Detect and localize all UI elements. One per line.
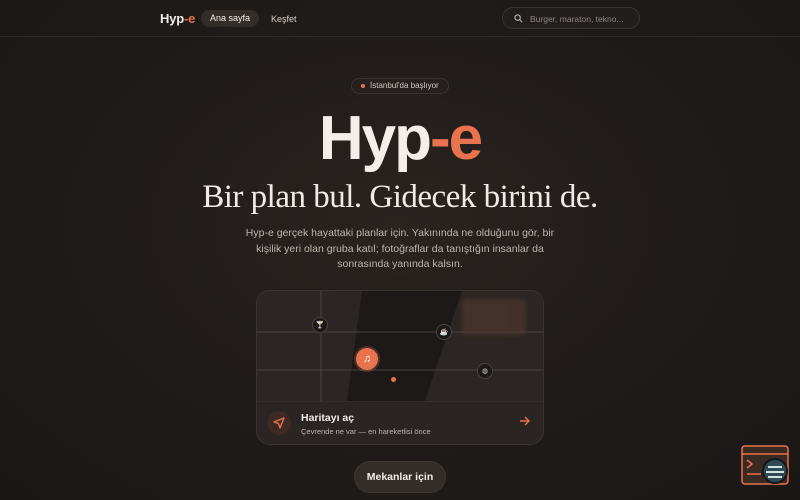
hero-title: Hyp-e — [0, 104, 800, 174]
map-card[interactable]: 🍸 ☕ ♫ ◍ Haritayı aç Çevrende ne var — en… — [256, 290, 544, 445]
basketball-icon[interactable]: ◍ — [477, 363, 493, 379]
map-preview[interactable]: 🍸 ☕ ♫ ◍ — [257, 291, 543, 401]
tab-home[interactable]: Ana sayfa — [201, 10, 259, 27]
search-input[interactable] — [528, 11, 640, 27]
logo-accent: -e — [183, 11, 196, 26]
hero-tagline: Bir plan bul. Gidecek birini de. — [202, 179, 598, 215]
music-icon[interactable]: ♫ — [356, 348, 378, 370]
arrow-right-icon[interactable] — [519, 415, 531, 427]
navigation-arrow-icon[interactable] — [267, 411, 291, 435]
map-card-footer[interactable]: Haritayı aç Çevrende ne var — en hareket… — [257, 401, 543, 444]
top-nav: Hyp-e Ana sayfa Keşfet — [0, 0, 800, 37]
hero-title-main: Hyp — [318, 104, 432, 173]
hero-description: Hyp-e gerçek hayattaki planlar için. Yak… — [245, 227, 555, 270]
location-badge-label: İstanbul'da başlıyor — [370, 81, 439, 90]
search-box[interactable] — [502, 7, 640, 29]
hero-title-accent: -e — [430, 104, 483, 173]
logo[interactable]: Hyp-e — [160, 11, 195, 26]
current-location-icon — [391, 377, 396, 382]
coffee-icon[interactable]: ☕ — [436, 324, 452, 340]
cocktail-icon[interactable]: 🍸 — [312, 317, 328, 333]
location-badge: İstanbul'da başlıyor — [351, 78, 449, 94]
logo-main: Hyp — [160, 11, 184, 26]
pill-dot-icon — [361, 84, 365, 88]
map-card-title: Haritayı aç — [301, 412, 355, 424]
venues-button[interactable]: Mekanlar için — [354, 461, 446, 493]
debug-widget-icon[interactable] — [741, 445, 791, 487]
tab-explore[interactable]: Keşfet — [271, 11, 297, 27]
search-icon — [514, 14, 523, 23]
map-card-subtitle: Çevrende ne var — en hareketlisi önce — [301, 427, 431, 436]
map-blur-overlay — [462, 299, 526, 335]
